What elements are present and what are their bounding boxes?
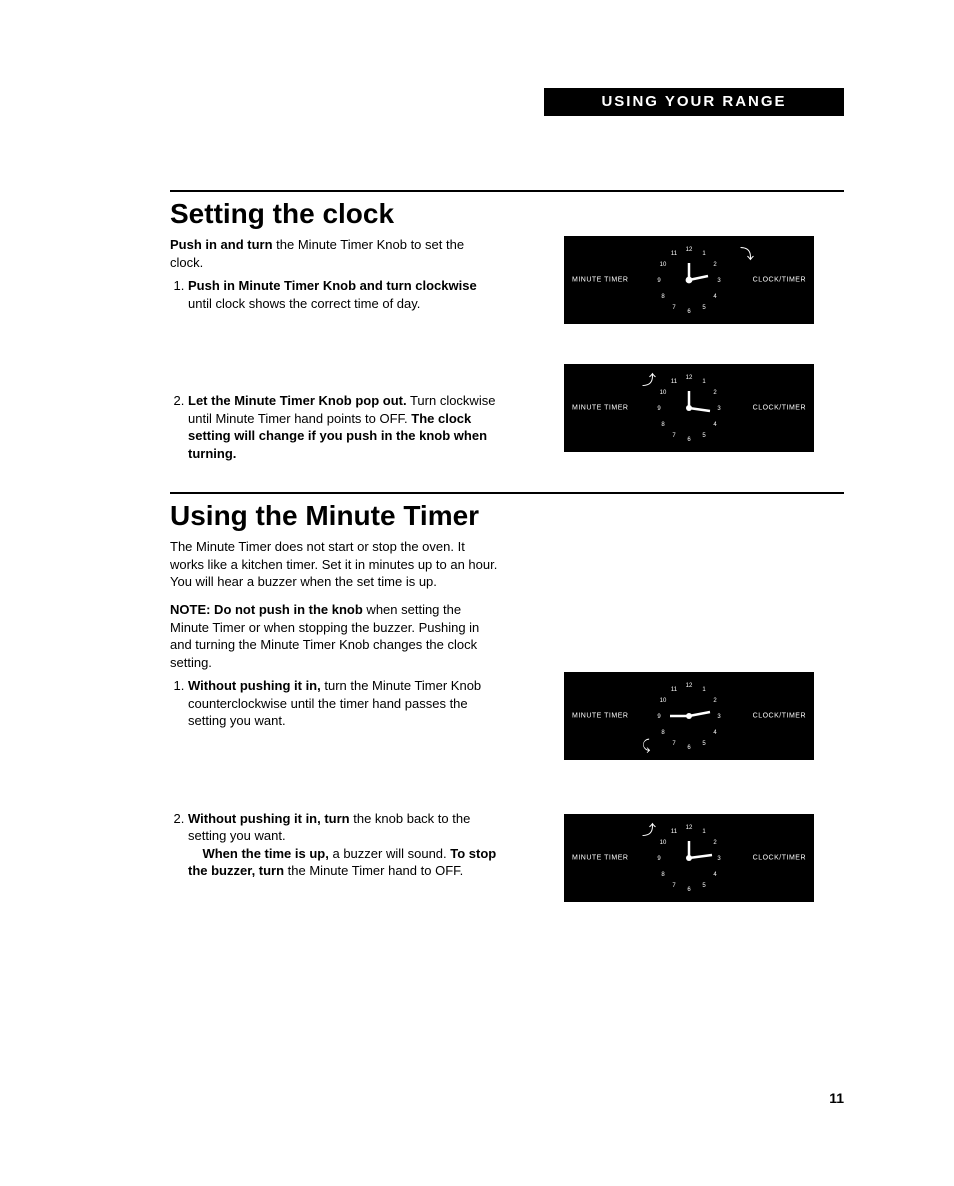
clock-face-icon: 1212 345 678 91011 bbox=[650, 241, 728, 319]
heading-minute-timer: Using the Minute Timer bbox=[170, 500, 844, 532]
svg-text:11: 11 bbox=[671, 829, 678, 835]
svg-text:2: 2 bbox=[713, 262, 717, 268]
svg-text:1: 1 bbox=[702, 379, 706, 385]
svg-text:3: 3 bbox=[717, 714, 721, 720]
timer-diagram-2: MINUTE TIMER CLOCK/TIMER 1212 345 678 91… bbox=[564, 814, 814, 902]
section-header-bar: USING YOUR RANGE bbox=[544, 88, 844, 116]
svg-text:7: 7 bbox=[672, 305, 676, 311]
svg-text:11: 11 bbox=[671, 687, 678, 693]
clock-diagram-2: MINUTE TIMER CLOCK/TIMER 1212 345 678 91… bbox=[564, 364, 814, 452]
svg-text:6: 6 bbox=[687, 887, 691, 893]
svg-text:7: 7 bbox=[672, 433, 676, 439]
svg-text:8: 8 bbox=[661, 422, 665, 428]
svg-text:9: 9 bbox=[657, 278, 661, 284]
svg-text:3: 3 bbox=[717, 278, 721, 284]
timer-note: NOTE: Do not push in the knob when setti… bbox=[170, 601, 500, 671]
dial-right-label: CLOCK/TIMER bbox=[753, 277, 806, 284]
svg-text:12: 12 bbox=[686, 825, 693, 831]
svg-text:5: 5 bbox=[702, 741, 706, 747]
clock-diagram-1: MINUTE TIMER CLOCK/TIMER 1212 345 678 91… bbox=[564, 236, 814, 324]
dial-left-label: MINUTE TIMER bbox=[572, 405, 628, 412]
clockwise-arrow-icon: ⤴ bbox=[642, 820, 656, 840]
timer-step-1: Without pushing it in, turn the Minute T… bbox=[188, 677, 500, 730]
svg-text:3: 3 bbox=[717, 406, 721, 412]
svg-text:11: 11 bbox=[671, 251, 678, 257]
dial-left-label: MINUTE TIMER bbox=[572, 855, 628, 862]
divider bbox=[170, 492, 844, 494]
svg-text:9: 9 bbox=[657, 714, 661, 720]
svg-text:9: 9 bbox=[657, 856, 661, 862]
svg-text:5: 5 bbox=[702, 883, 706, 889]
svg-text:5: 5 bbox=[702, 433, 706, 439]
svg-text:4: 4 bbox=[713, 730, 717, 736]
dial-left-label: MINUTE TIMER bbox=[572, 277, 628, 284]
svg-text:1: 1 bbox=[702, 829, 706, 835]
svg-text:4: 4 bbox=[713, 294, 717, 300]
svg-text:10: 10 bbox=[660, 698, 667, 704]
clockwise-arrow-icon: ⤵ bbox=[740, 244, 754, 264]
svg-text:12: 12 bbox=[686, 375, 693, 381]
heading-setting-clock: Setting the clock bbox=[170, 198, 844, 230]
dial-right-label: CLOCK/TIMER bbox=[753, 713, 806, 720]
svg-text:7: 7 bbox=[672, 883, 676, 889]
counterclockwise-arrow-icon: ⤹ bbox=[642, 737, 650, 754]
svg-text:6: 6 bbox=[687, 437, 691, 443]
clock-step-2: Let the Minute Timer Knob pop out. Turn … bbox=[188, 392, 500, 462]
timer-intro: The Minute Timer does not start or stop … bbox=[170, 538, 500, 591]
svg-text:1: 1 bbox=[702, 251, 706, 257]
svg-text:2: 2 bbox=[713, 840, 717, 846]
svg-text:2: 2 bbox=[713, 390, 717, 396]
clock-step-1: Push in Minute Timer Knob and turn clock… bbox=[188, 277, 500, 312]
page-number: 11 bbox=[829, 1090, 844, 1106]
clock-face-icon: 1212 345 678 91011 bbox=[650, 369, 728, 447]
svg-text:10: 10 bbox=[660, 840, 667, 846]
dial-right-label: CLOCK/TIMER bbox=[753, 405, 806, 412]
svg-text:7: 7 bbox=[672, 741, 676, 747]
timer-diagram-1: MINUTE TIMER CLOCK/TIMER 1212 345 678 91… bbox=[564, 672, 814, 760]
svg-text:8: 8 bbox=[661, 872, 665, 878]
svg-text:5: 5 bbox=[702, 305, 706, 311]
svg-text:8: 8 bbox=[661, 730, 665, 736]
svg-text:6: 6 bbox=[687, 745, 691, 751]
clock-face-icon: 1212 345 678 91011 bbox=[650, 677, 728, 755]
clock-intro: Push in and turn the Minute Timer Knob t… bbox=[170, 236, 500, 271]
dial-right-label: CLOCK/TIMER bbox=[753, 855, 806, 862]
svg-text:1: 1 bbox=[702, 687, 706, 693]
clock-face-icon: 1212 345 678 91011 bbox=[650, 819, 728, 897]
svg-text:10: 10 bbox=[660, 390, 667, 396]
svg-text:11: 11 bbox=[671, 379, 678, 385]
timer-step-2: Without pushing it in, turn the knob bac… bbox=[188, 810, 500, 880]
svg-text:9: 9 bbox=[657, 406, 661, 412]
svg-text:6: 6 bbox=[687, 309, 691, 315]
svg-text:3: 3 bbox=[717, 856, 721, 862]
divider bbox=[170, 190, 844, 192]
svg-text:12: 12 bbox=[686, 247, 693, 253]
svg-text:8: 8 bbox=[661, 294, 665, 300]
svg-text:10: 10 bbox=[660, 262, 667, 268]
svg-text:4: 4 bbox=[713, 422, 717, 428]
svg-text:2: 2 bbox=[713, 698, 717, 704]
svg-text:12: 12 bbox=[686, 683, 693, 689]
clockwise-arrow-icon: ⤴ bbox=[642, 370, 656, 390]
svg-text:4: 4 bbox=[713, 872, 717, 878]
dial-left-label: MINUTE TIMER bbox=[572, 713, 628, 720]
